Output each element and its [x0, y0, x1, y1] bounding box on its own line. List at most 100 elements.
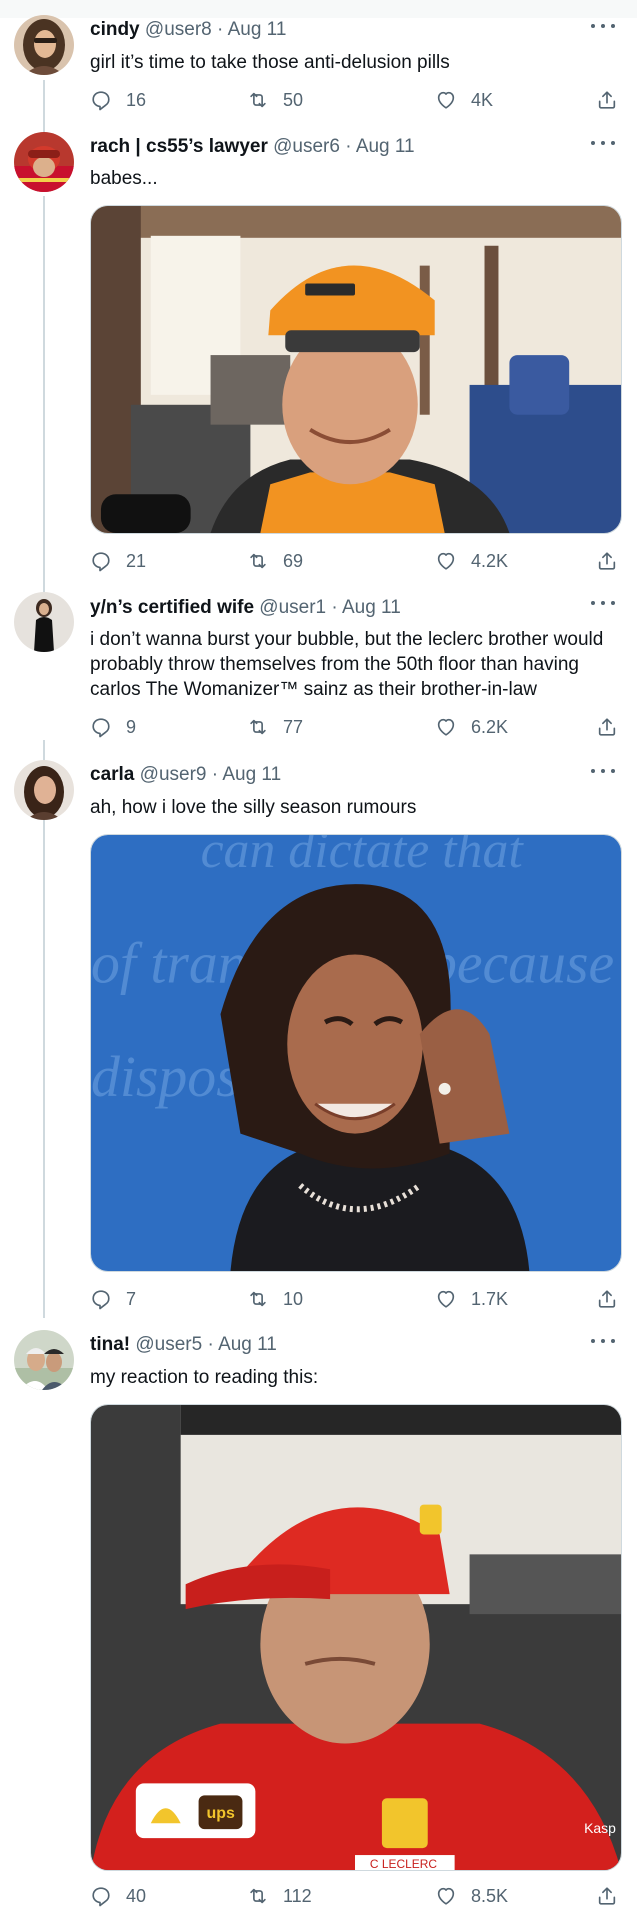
reply-icon	[92, 718, 110, 738]
user-handle[interactable]: @user6	[273, 136, 340, 157]
young-man-orange-cap-photo	[91, 206, 621, 533]
avatar[interactable]	[14, 592, 74, 652]
tweet-photo[interactable]	[90, 205, 622, 534]
retweet-button[interactable]: 50	[247, 86, 303, 114]
share-icon	[598, 718, 616, 736]
reply-button[interactable]: 40	[90, 1882, 146, 1910]
user-handle[interactable]: @user1	[259, 597, 326, 618]
reply-count: 7	[126, 1288, 137, 1309]
reply-icon	[92, 1887, 110, 1907]
user-handle[interactable]: @user5	[135, 1334, 202, 1355]
avatar[interactable]	[14, 760, 74, 820]
like-button[interactable]: 1.7K	[435, 1285, 508, 1313]
display-name[interactable]: carla	[90, 764, 134, 785]
reply-count: 9	[126, 716, 137, 737]
reply-icon	[92, 91, 110, 111]
backdrop-text: can dictate that	[201, 835, 525, 879]
share-icon	[598, 1887, 616, 1905]
tweet-photo[interactable]: ups C LECLERC Kasp	[90, 1404, 622, 1871]
tweet-text: my reaction to reading this:	[90, 1367, 319, 1388]
retweet-count: 112	[283, 1885, 312, 1906]
woman-portrait-avatar-icon	[14, 15, 74, 75]
tweet-actions: 40 112 8.5K	[90, 1882, 620, 1910]
share-icon	[598, 552, 616, 570]
share-button[interactable]	[596, 1882, 618, 1910]
tweet-header: rach | cs55’s lawyer @user6 · Aug 11	[90, 135, 607, 159]
reply-icon	[92, 1290, 110, 1310]
retweet-count: 50	[283, 89, 304, 110]
tweet-text: i don’t wanna burst your bubble, but the…	[90, 629, 604, 700]
display-name[interactable]: tina!	[90, 1334, 130, 1355]
avatar[interactable]	[14, 15, 74, 75]
tweet-date[interactable]: Aug 11	[218, 1334, 277, 1355]
tweet-date[interactable]: Aug 11	[356, 136, 415, 157]
woman-smiling-blue-backdrop-photo: can dictate that of transaction because …	[91, 835, 621, 1271]
reply-button[interactable]: 7	[90, 1285, 136, 1313]
reply-button[interactable]: 9	[90, 713, 136, 741]
user-handle[interactable]: @user9	[140, 764, 207, 785]
name-tag-text: C LECLERC	[370, 1857, 437, 1870]
share-button[interactable]	[596, 547, 618, 575]
retweet-button[interactable]: 77	[247, 713, 303, 741]
retweet-icon	[250, 1888, 266, 1904]
like-button[interactable]: 4.2K	[435, 547, 508, 575]
more-icon[interactable]	[591, 1335, 615, 1347]
retweet-count: 69	[283, 550, 304, 571]
thread-line	[43, 80, 45, 135]
ups-logo-text: ups	[207, 1805, 235, 1822]
separator-dot: ·	[211, 764, 219, 785]
retweet-count: 10	[283, 1288, 304, 1309]
share-button[interactable]	[596, 86, 618, 114]
display-name[interactable]: y/n’s certified wife	[90, 597, 254, 618]
avatar[interactable]	[14, 132, 74, 192]
retweet-button[interactable]: 10	[247, 1285, 303, 1313]
reply-count: 40	[126, 1885, 147, 1906]
more-icon[interactable]	[591, 597, 615, 609]
like-count: 4K	[471, 89, 494, 110]
tweet-text: ah, how i love the silly season rumours	[90, 797, 417, 818]
share-button[interactable]	[596, 1285, 618, 1313]
more-icon[interactable]	[591, 20, 615, 32]
tweet-text: babes...	[90, 168, 158, 189]
tweet-photo[interactable]: can dictate that of transaction because …	[90, 834, 622, 1272]
tweet-text: girl it’s time to take those anti-delusi…	[90, 52, 450, 73]
like-button[interactable]: 6.2K	[435, 713, 508, 741]
retweet-count: 77	[283, 716, 304, 737]
avatar[interactable]	[14, 1330, 74, 1390]
retweet-button[interactable]: 112	[247, 1882, 312, 1910]
two-people-cap-avatar-icon	[14, 1330, 74, 1390]
tweet-date[interactable]: Aug 11	[222, 764, 281, 785]
separator-dot: ·	[207, 1334, 214, 1355]
retweet-icon	[250, 553, 266, 569]
woman-black-dress-avatar-icon	[14, 592, 74, 652]
share-icon	[598, 1290, 616, 1308]
retweet-icon	[250, 719, 266, 735]
more-icon[interactable]	[591, 137, 615, 149]
retweet-icon	[250, 1291, 266, 1307]
display-name[interactable]: cindy	[90, 19, 140, 40]
top-strip	[0, 0, 637, 18]
separator-dot: ·	[345, 136, 352, 157]
tweet-date[interactable]: Aug 11	[228, 19, 287, 40]
like-count: 1.7K	[471, 1288, 509, 1309]
tweet-date[interactable]: Aug 11	[342, 597, 401, 618]
share-button[interactable]	[596, 713, 618, 741]
display-name[interactable]: rach | cs55’s lawyer	[90, 136, 268, 157]
sponsor-text: Kasp	[584, 1820, 616, 1836]
tweet-header: y/n’s certified wife @user1 · Aug 11	[90, 596, 607, 620]
tweet-actions: 7 10 1.7K	[90, 1285, 620, 1313]
reply-button[interactable]: 21	[90, 547, 146, 575]
user-handle[interactable]: @user8	[145, 19, 212, 40]
thread-line	[43, 740, 45, 1318]
retweet-button[interactable]: 69	[247, 547, 303, 575]
like-button[interactable]: 4K	[435, 86, 493, 114]
more-icon[interactable]	[591, 765, 615, 777]
tweet-header: cindy @user8 · Aug 11	[90, 18, 607, 42]
reply-button[interactable]: 16	[90, 86, 146, 114]
woman-portrait-avatar-icon	[14, 760, 74, 820]
man-red-cap-ferrari-photo: ups C LECLERC Kasp	[91, 1405, 621, 1870]
separator-dot: ·	[217, 19, 224, 40]
heart-icon	[437, 552, 455, 570]
like-button[interactable]: 8.5K	[435, 1882, 508, 1910]
tweet-header: tina! @user5 · Aug 11	[90, 1333, 607, 1357]
